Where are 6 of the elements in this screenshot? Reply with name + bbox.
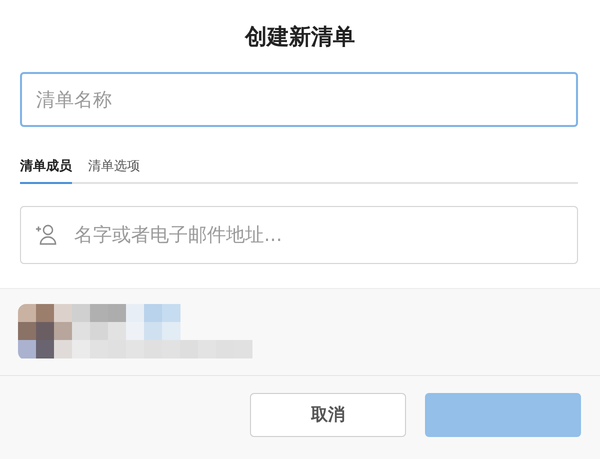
- tab[interactable]: 清单选项: [88, 155, 140, 184]
- dialog-title: 创建新清单: [244, 24, 356, 52]
- tab[interactable]: 清单成员: [20, 155, 72, 184]
- member-search-field[interactable]: 名字或者电子邮件地址...: [20, 206, 578, 264]
- list-name-field[interactable]: 清单名称: [20, 72, 578, 127]
- cancel-button[interactable]: 取消: [250, 392, 406, 436]
